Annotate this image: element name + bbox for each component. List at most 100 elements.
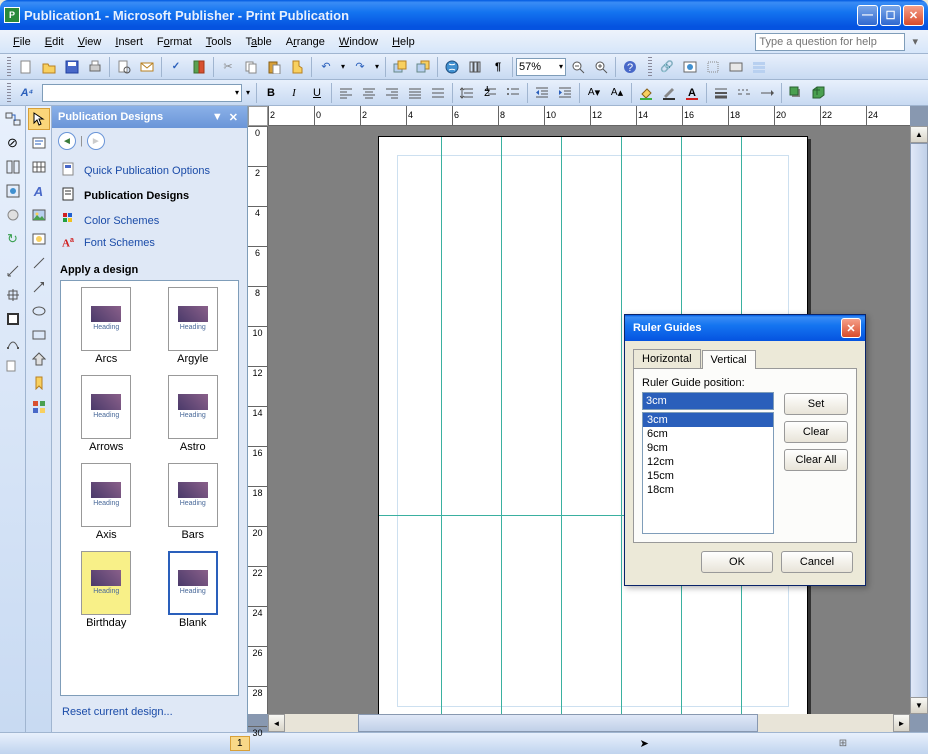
zoom-in-button[interactable] xyxy=(590,56,612,78)
navbar-button[interactable] xyxy=(748,56,770,78)
line-tool[interactable] xyxy=(28,252,50,274)
position-option[interactable]: 3cm xyxy=(643,413,773,427)
fill-color-button[interactable] xyxy=(635,82,657,104)
dash-style-button[interactable] xyxy=(733,82,755,104)
minimize-button[interactable]: — xyxy=(857,5,878,26)
form-button[interactable] xyxy=(725,56,747,78)
bold-button[interactable]: B xyxy=(260,82,282,104)
close-button[interactable]: ✕ xyxy=(903,5,924,26)
quick-options-link[interactable]: Quick Publication Options xyxy=(60,158,239,183)
font-color-button[interactable]: A xyxy=(681,82,703,104)
font-combo[interactable] xyxy=(42,84,242,102)
distribute-button[interactable] xyxy=(427,82,449,104)
design-item-bars[interactable]: HeadingBars xyxy=(154,463,233,541)
format-painter-button[interactable] xyxy=(286,56,308,78)
3d-button[interactable] xyxy=(808,82,830,104)
print-preview-button[interactable] xyxy=(113,56,135,78)
dialog-close-button[interactable]: ✕ xyxy=(841,318,861,338)
redo-button[interactable]: ↷ xyxy=(349,56,371,78)
design-item-birthday[interactable]: HeadingBirthday xyxy=(67,551,146,629)
text-fit-button[interactable] xyxy=(2,180,24,202)
justify-button[interactable] xyxy=(404,82,426,104)
color-schemes-link[interactable]: Color Schemes xyxy=(60,208,239,233)
align-center-button[interactable] xyxy=(358,82,380,104)
align-objects-button[interactable] xyxy=(2,308,24,330)
send-backward-button[interactable] xyxy=(412,56,434,78)
toolbar-grip[interactable] xyxy=(7,57,11,77)
taskpane-dropdown-icon[interactable]: ▼ xyxy=(209,111,226,123)
taskpane-back-button[interactable]: ◄ xyxy=(58,132,76,150)
menu-table[interactable]: Table xyxy=(238,34,278,50)
web-toolbar-button[interactable] xyxy=(679,56,701,78)
scroll-right-button[interactable]: ► xyxy=(893,714,910,732)
clear-all-button[interactable]: Clear All xyxy=(784,449,848,471)
picture-tool[interactable] xyxy=(28,204,50,226)
underline-button[interactable]: U xyxy=(306,82,328,104)
bring-forward-button[interactable] xyxy=(389,56,411,78)
rotate-button[interactable]: ↻ xyxy=(2,228,24,250)
position-option[interactable]: 12cm xyxy=(643,455,773,469)
taskpane-close-button[interactable]: ✕ xyxy=(226,111,241,124)
bookmark-tool[interactable] xyxy=(28,372,50,394)
email-button[interactable] xyxy=(136,56,158,78)
scroll-up-button[interactable]: ▲ xyxy=(910,126,928,143)
edit-points-button[interactable] xyxy=(2,332,24,354)
menu-tools[interactable]: Tools xyxy=(199,34,239,50)
zoom-out-button[interactable] xyxy=(567,56,589,78)
connect-frames-button[interactable] xyxy=(2,108,24,130)
cut-button[interactable]: ✂ xyxy=(217,56,239,78)
cancel-button[interactable]: Cancel xyxy=(781,551,853,573)
horizontal-ruler[interactable]: 2024681012141618202224 xyxy=(268,106,910,126)
position-option[interactable]: 18cm xyxy=(643,483,773,497)
position-option[interactable]: 9cm xyxy=(643,441,773,455)
select-tool[interactable] xyxy=(28,108,50,130)
bullets-button[interactable] xyxy=(502,82,524,104)
menu-insert[interactable]: Insert xyxy=(108,34,150,50)
copy-format-button[interactable] xyxy=(2,356,24,378)
oval-tool[interactable] xyxy=(28,300,50,322)
measurement-button[interactable] xyxy=(2,260,24,282)
fmt-grip[interactable] xyxy=(7,83,11,103)
new-button[interactable] xyxy=(15,56,37,78)
design-item-astro[interactable]: HeadingAstro xyxy=(154,375,233,453)
clipart-tool[interactable] xyxy=(28,228,50,250)
menu-file[interactable]: File xyxy=(6,34,38,50)
tab-vertical[interactable]: Vertical xyxy=(702,350,756,369)
zoom-combo[interactable]: 57% xyxy=(516,58,566,76)
help-dropdown-icon[interactable]: ▾ xyxy=(908,36,922,48)
paste-button[interactable] xyxy=(263,56,285,78)
scroll-left-button[interactable]: ◄ xyxy=(268,714,285,732)
toolbar-grip-2[interactable] xyxy=(648,57,652,77)
hyperlink-button[interactable]: 🔗 xyxy=(656,56,678,78)
clear-button[interactable]: Clear xyxy=(784,421,848,443)
arrow-tool[interactable] xyxy=(28,276,50,298)
web-preview-button[interactable] xyxy=(441,56,463,78)
menu-edit[interactable]: Edit xyxy=(38,34,71,50)
italic-button[interactable]: I xyxy=(283,82,305,104)
design-item-argyle[interactable]: HeadingArgyle xyxy=(154,287,233,365)
tab-horizontal[interactable]: Horizontal xyxy=(633,349,701,368)
menu-help[interactable]: Help xyxy=(385,34,422,50)
numbering-button[interactable]: 12 xyxy=(479,82,501,104)
columns-button-2[interactable] xyxy=(2,156,24,178)
vscroll-thumb[interactable] xyxy=(910,143,928,713)
design-item-arrows[interactable]: HeadingArrows xyxy=(67,375,146,453)
font-schemes-link[interactable]: AaFont Schemes xyxy=(60,233,239,254)
position-input[interactable] xyxy=(642,392,774,410)
open-button[interactable] xyxy=(38,56,60,78)
vertical-ruler[interactable]: 024681012141618202224262830 xyxy=(248,126,268,714)
undo-button[interactable]: ↶ xyxy=(315,56,337,78)
menu-view[interactable]: View xyxy=(71,34,109,50)
print-button[interactable] xyxy=(84,56,106,78)
design-item-axis[interactable]: HeadingAxis xyxy=(67,463,146,541)
styles-button[interactable]: A⁴ xyxy=(15,82,39,104)
design-gallery-tool[interactable] xyxy=(28,396,50,418)
columns-button[interactable] xyxy=(464,56,486,78)
special-chars-button[interactable]: ¶ xyxy=(487,56,509,78)
increase-indent-button[interactable] xyxy=(554,82,576,104)
scroll-down-button[interactable]: ▼ xyxy=(910,697,928,714)
design-gallery[interactable]: HeadingArcsHeadingArgyleHeadingArrowsHea… xyxy=(60,280,239,696)
design-item-blank[interactable]: HeadingBlank xyxy=(154,551,233,629)
taskpane-forward-button[interactable]: ► xyxy=(87,132,105,150)
decrease-indent-button[interactable] xyxy=(531,82,553,104)
